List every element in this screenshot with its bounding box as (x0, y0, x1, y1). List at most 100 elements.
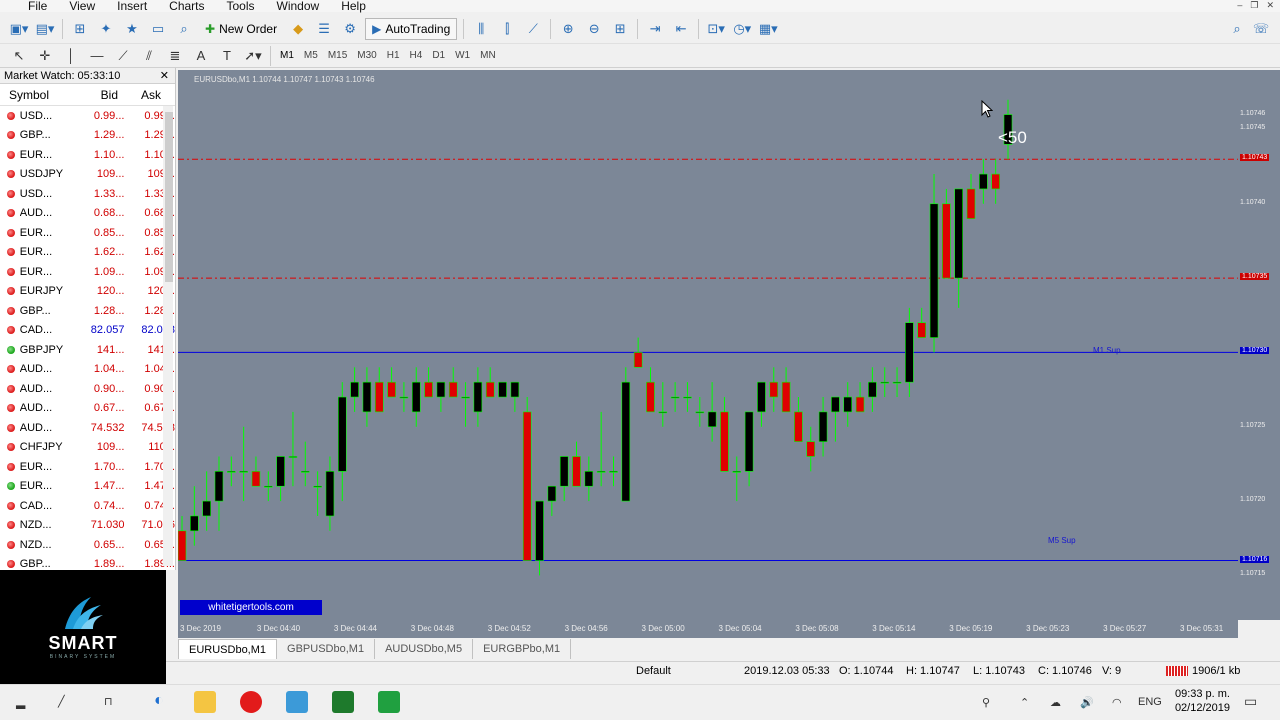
autoscroll-icon[interactable]: ⇥ (644, 18, 666, 40)
show-hidden-icons-icon[interactable]: ⌃ (1020, 696, 1029, 709)
start-icon[interactable]: ▂ (16, 695, 25, 709)
tester-icon[interactable]: ⌕ (173, 18, 195, 40)
camtasia-recorder-icon[interactable] (378, 691, 400, 713)
close-icon[interactable]: ✕ (1266, 0, 1274, 11)
market-watch-row[interactable]: USDJPY 109... 109... (0, 165, 175, 185)
opera-icon[interactable] (240, 691, 262, 713)
notifications-icon[interactable]: ▭ (1244, 693, 1257, 710)
chart-shift-icon[interactable]: ⇤ (670, 18, 692, 40)
language-indicator[interactable]: ENG (1138, 696, 1162, 708)
edge-icon[interactable]: ◐ (154, 692, 164, 710)
wifi-icon[interactable]: ◠ (1112, 696, 1122, 709)
channel-icon[interactable]: ⫽ (138, 45, 160, 67)
market-watch-row[interactable]: EUR... 0.85... 0.85... (0, 223, 175, 243)
market-watch-row[interactable]: AUD... 74.532 74.543 (0, 418, 175, 438)
navigator-icon[interactable]: ★ (121, 18, 143, 40)
market-watch-row[interactable]: NZD... 71.030 71.046 (0, 516, 175, 536)
metatrader-icon[interactable] (286, 691, 308, 713)
close-icon[interactable]: ✕ (160, 69, 169, 82)
search-icon[interactable]: ╱ (58, 695, 65, 708)
market-watch-row[interactable]: AUD... 0.67... 0.67... (0, 399, 175, 419)
candlestick-icon[interactable]: ⫿ (496, 18, 518, 40)
file-explorer-icon[interactable] (194, 691, 216, 713)
minimize-icon[interactable]: – (1237, 0, 1242, 11)
market-watch-row[interactable]: CAD... 82.057 82.073 (0, 321, 175, 341)
column-symbol[interactable]: Symbol (0, 88, 74, 102)
signals-icon[interactable]: ☰ (313, 18, 335, 40)
tab-gbpusdbo-m1[interactable]: GBPUSDbo,M1 (277, 639, 376, 659)
fibonacci-icon[interactable]: ≣ (164, 45, 186, 67)
market-watch-row[interactable]: EUR... 1.10... 1.10... (0, 145, 175, 165)
profiles-icon[interactable]: ▤▾ (34, 18, 56, 40)
task-view-icon[interactable]: ⊓ (104, 695, 113, 708)
market-watch-row[interactable]: EUR... 1.09... 1.09... (0, 262, 175, 282)
arrows-icon[interactable]: ➚▾ (242, 45, 264, 67)
market-watch-row[interactable]: NZD... 0.65... 0.65... (0, 535, 175, 555)
new-chart-icon[interactable]: ▣▾ (8, 18, 30, 40)
menu-tools[interactable]: Tools (217, 0, 267, 12)
market-watch-row[interactable]: GBP... 1.89... 1.89... (0, 555, 175, 570)
market-watch-row[interactable]: CHFJPY 109... 110... (0, 438, 175, 458)
templates-icon[interactable]: ▦▾ (757, 18, 779, 40)
search-icon[interactable]: ⌕ (1226, 18, 1248, 40)
vertical-line-icon[interactable]: │ (60, 45, 82, 67)
scrollbar-thumb[interactable] (165, 112, 173, 282)
timeframe-w1[interactable]: W1 (450, 50, 475, 61)
tab-audusdbo-m5[interactable]: AUDUSDbo,M5 (375, 639, 474, 659)
market-watch-row[interactable]: EURJPY 120... 120... (0, 282, 175, 302)
market-watch-row[interactable]: GBP... 1.29... 1.29... (0, 126, 175, 146)
zoom-in-icon[interactable]: ⊕ (557, 18, 579, 40)
price-axis[interactable]: 1.10746 1.10745 1.10743 1.10740 1.10735 1.107… (1238, 70, 1280, 620)
tile-windows-icon[interactable]: ⊞ (609, 18, 631, 40)
market-watch-row[interactable]: AUD... 1.04... 1.04... (0, 360, 175, 380)
terminal-icon[interactable]: ▭ (147, 18, 169, 40)
onedrive-icon[interactable]: ☁ (1050, 696, 1061, 709)
line-chart-icon[interactable]: ⟋ (522, 18, 544, 40)
chat-icon[interactable]: ☏ (1250, 18, 1272, 40)
label-icon[interactable]: T (216, 45, 238, 67)
market-icon[interactable]: ⚙ (339, 18, 361, 40)
timeframe-m30[interactable]: M30 (352, 50, 381, 61)
auto-trading-button[interactable]: ▶ AutoTrading (365, 17, 458, 40)
time-axis[interactable]: 3 Dec 2019 3 Dec 04:40 3 Dec 04:44 3 Dec 04… (178, 620, 1238, 638)
timeframe-h1[interactable]: H1 (382, 50, 405, 61)
menu-insert[interactable]: Insert (107, 0, 159, 12)
timeframe-m15[interactable]: M15 (323, 50, 352, 61)
periods-icon[interactable]: ◷▾ (731, 18, 753, 40)
market-watch-icon[interactable]: ⊞ (69, 18, 91, 40)
horizontal-line-icon[interactable]: ― (86, 45, 108, 67)
market-watch-row[interactable]: CAD... 0.74... 0.74... (0, 496, 175, 516)
column-bid[interactable]: Bid (74, 88, 118, 102)
crosshair-icon[interactable]: ✛ (34, 45, 56, 67)
timeframe-mn[interactable]: MN (475, 50, 501, 61)
chart-area[interactable]: EURUSDbo,M1 1.10744 1.10747 1.10743 1.10… (178, 70, 1238, 620)
market-watch-row[interactable]: EUR... 1.47... 1.47... (0, 477, 175, 497)
market-watch-row[interactable]: GBPJPY 141... 141... (0, 340, 175, 360)
timeframe-h4[interactable]: H4 (405, 50, 428, 61)
timeframe-m5[interactable]: M5 (299, 50, 323, 61)
indicators-icon[interactable]: ⊡▾ (705, 18, 727, 40)
data-window-icon[interactable]: ✦ (95, 18, 117, 40)
restore-icon[interactable]: ❐ (1250, 0, 1258, 11)
tab-eurusdbo-m1[interactable]: EURUSDbo,M1 (178, 639, 278, 659)
market-watch-row[interactable]: USD... 1.33... 1.33... (0, 184, 175, 204)
bar-chart-icon[interactable]: ⫼ (470, 18, 492, 40)
metaeditor-icon[interactable]: ◆ (287, 18, 309, 40)
market-watch-row[interactable]: GBP... 1.28... 1.28... (0, 301, 175, 321)
camtasia-icon[interactable] (332, 691, 354, 713)
tab-eurgbpbo-m1[interactable]: EURGBPbo,M1 (473, 639, 572, 659)
system-clock[interactable]: 09:33 p. m. 02/12/2019 (1170, 687, 1230, 715)
market-watch-row[interactable]: EUR... 1.62... 1.62... (0, 243, 175, 263)
trendline-icon[interactable]: ⟋ (112, 45, 134, 67)
candlestick-chart[interactable] (178, 70, 1238, 620)
timeframe-d1[interactable]: D1 (427, 50, 450, 61)
people-icon[interactable]: ⚲ (982, 696, 990, 709)
market-watch-row[interactable]: USD... 0.99... 0.99... (0, 106, 175, 126)
column-ask[interactable]: Ask (118, 88, 161, 102)
new-order-button[interactable]: ✚ New Order (199, 18, 283, 40)
watermark-link[interactable]: whitetigertools.com (180, 600, 322, 615)
menu-file[interactable]: File (0, 0, 59, 12)
menu-view[interactable]: View (59, 0, 107, 12)
menu-charts[interactable]: Charts (159, 0, 216, 12)
market-watch-row[interactable]: AUD... 0.90... 0.90... (0, 379, 175, 399)
